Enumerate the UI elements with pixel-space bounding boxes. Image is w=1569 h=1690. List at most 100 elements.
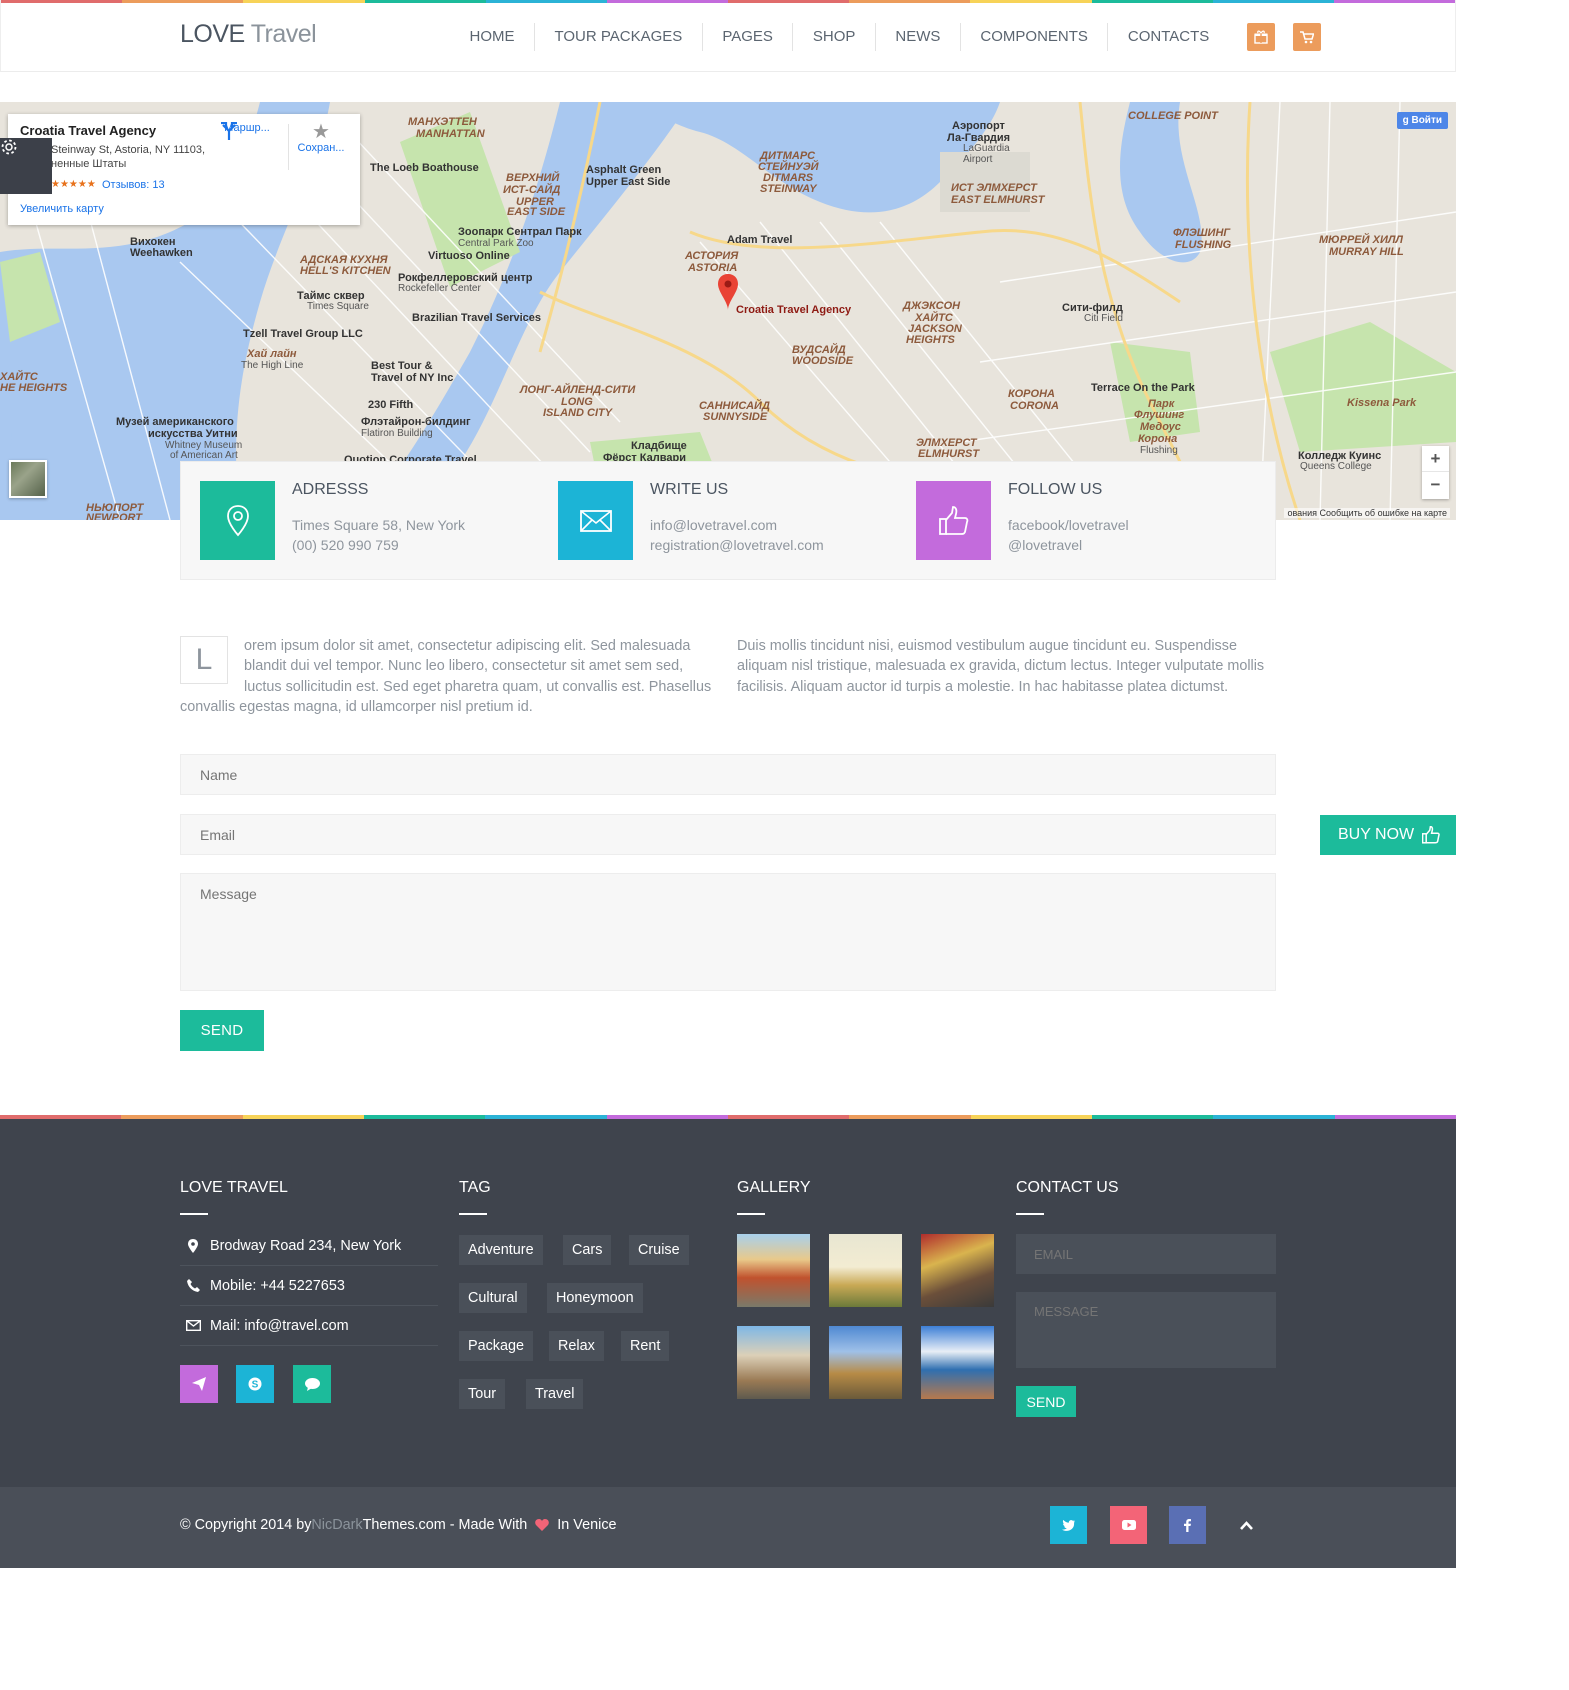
youtube-icon [1121,1520,1136,1530]
nav-shop[interactable]: SHOP [793,23,876,51]
site-header: LOVE Travel HOME TOUR PACKAGES PAGES SHO… [0,0,1456,72]
stripe-segment [1213,1115,1335,1119]
map-place-label: MANHATTAN [416,128,485,140]
footer-address: Brodway Road 234, New York [180,1226,438,1266]
buy-now-label: BUY NOW [1338,826,1415,843]
place-reviews-link[interactable]: Отзывов: 13 [102,179,165,191]
gallery-image-taj-mahal[interactable] [829,1234,902,1307]
info-line-1: Times Square 58, New York [292,517,466,533]
telegram-button[interactable] [180,1365,218,1403]
twitter-button[interactable] [1050,1506,1087,1544]
buy-now-button[interactable]: BUY NOW [1320,815,1456,855]
gear-icon [1,139,17,155]
gallery-image-oxford[interactable] [737,1326,810,1399]
footer-contact-title: CONTACT US [1016,1179,1119,1215]
facebook-button[interactable] [1169,1506,1206,1544]
info-line-2[interactable]: @lovetravel [1008,537,1082,553]
footer-gallery-title: GALLERY [737,1179,811,1215]
info-address: ADRESSS Times Square 58, New York (00) 5… [200,481,465,560]
back-to-top-button[interactable] [1228,1506,1265,1544]
tag-rent[interactable]: Rent [621,1331,670,1361]
save-place-button[interactable]: ★ Сохран... [296,122,346,154]
map-place-label: CORONA [1010,400,1059,412]
chat-button[interactable] [293,1365,331,1403]
map-place-label: ELMHURST [918,448,980,460]
map-place-label: FLUSHING [1175,239,1232,251]
skype-button[interactable]: S [236,1365,274,1403]
message-field[interactable] [180,873,1276,991]
map-pin-icon [226,504,249,536]
logo[interactable]: LOVE Travel [180,20,317,49]
youtube-button[interactable] [1110,1506,1147,1544]
tag-adventure[interactable]: Adventure [459,1235,543,1265]
zoom-in-button[interactable]: + [1422,446,1449,472]
cart-button[interactable] [1292,23,1321,51]
map-place-label: Asphalt Green [586,164,662,176]
nav-pages[interactable]: PAGES [703,23,794,51]
gift-button[interactable] [1246,23,1275,51]
info-title: ADRESSS [292,481,369,498]
tag-cultural[interactable]: Cultural [459,1283,527,1313]
paper-plane-icon [192,1377,206,1391]
email-field[interactable] [180,814,1276,855]
satellite-toggle[interactable] [9,460,47,498]
stripe-segment [122,0,244,3]
zoom-out-button[interactable]: − [1422,472,1449,498]
footer-tag-title: TAG [459,1179,491,1215]
map-place-label: Adam Travel [727,234,793,246]
map-place-label: Central Park Zoo [458,238,534,249]
stripe-segment [1,0,123,3]
gallery-image-moscow[interactable] [737,1234,810,1307]
map-place-label: EAST ELMHURST [951,194,1045,206]
tag-relax[interactable]: Relax [549,1331,604,1361]
route-button[interactable]: Маршр... [220,122,274,140]
footer-email-field[interactable] [1016,1234,1276,1274]
map-signin-button[interactable]: g Войти [1396,112,1448,129]
enlarge-map-link[interactable]: Увеличить карту [20,203,104,215]
gallery-image-london[interactable] [829,1326,902,1399]
stripe-segment [1334,1115,1456,1119]
intro-right: Duis mollis tincidunt nisi, euismod vest… [737,638,1265,695]
map-place-label: 230 Fifth [368,399,414,411]
tag-honeymoon[interactable]: Honeymoon [547,1283,643,1313]
gallery-image-chinatown[interactable] [921,1234,994,1307]
map-place-label: SUNNYSIDE [703,411,768,423]
nav-contacts[interactable]: CONTACTS [1108,23,1228,51]
copyright-brand-dim[interactable]: NicDark [311,1517,362,1533]
tag-tour[interactable]: Tour [459,1379,505,1409]
nav-tour-packages[interactable]: TOUR PACKAGES [535,23,703,51]
envelope-icon [579,509,612,532]
map-report-link[interactable]: ования Сообщить об ошибке на карте [1284,508,1450,518]
info-line-2[interactable]: registration@lovetravel.com [650,537,824,553]
map-settings-button[interactable] [0,138,52,194]
info-line-1[interactable]: facebook/lovetravel [1008,517,1129,533]
chat-icon [304,1377,320,1391]
map-place-label: Citi Field [1084,313,1123,324]
tag-cars[interactable]: Cars [563,1235,612,1265]
nav-components[interactable]: COMPONENTS [961,23,1109,51]
info-line-1[interactable]: info@lovetravel.com [650,517,777,533]
name-field[interactable] [180,754,1276,795]
map-place-label: Flushing [1140,445,1178,456]
map-place-label: Музей американского [116,416,234,428]
footer-message-field[interactable] [1016,1292,1276,1368]
nav-home[interactable]: HOME [450,23,535,51]
logo-part-2: Travel [250,20,317,48]
thumbs-up-icon [1422,826,1440,844]
footer-send-button[interactable]: SEND [1016,1386,1076,1417]
heart-icon [535,1519,550,1531]
gallery-image-santorini[interactable] [921,1326,994,1399]
copyright-text: © Copyright 2014 by NicDark Themes.com -… [180,1517,617,1533]
map-place-label: Хай лайн [247,348,297,360]
copyright-part-2[interactable]: Themes.com - Made With [363,1517,532,1533]
info-title: FOLLOW US [1008,481,1103,498]
tag-cruise[interactable]: Cruise [629,1235,689,1265]
stripe-segment [849,0,971,3]
tag-package[interactable]: Package [459,1331,534,1361]
send-button[interactable]: SEND [180,1010,264,1051]
tag-travel[interactable]: Travel [526,1379,584,1409]
google-map[interactable]: Croatia Travel Agency МАНХЭТТЕН MANHATTAN… [0,102,1456,520]
map-place-label: NEWPORT [86,512,143,520]
nav-news[interactable]: NEWS [876,23,961,51]
map-place-label: МЮРРЕЙ ХИЛЛ [1319,234,1403,246]
